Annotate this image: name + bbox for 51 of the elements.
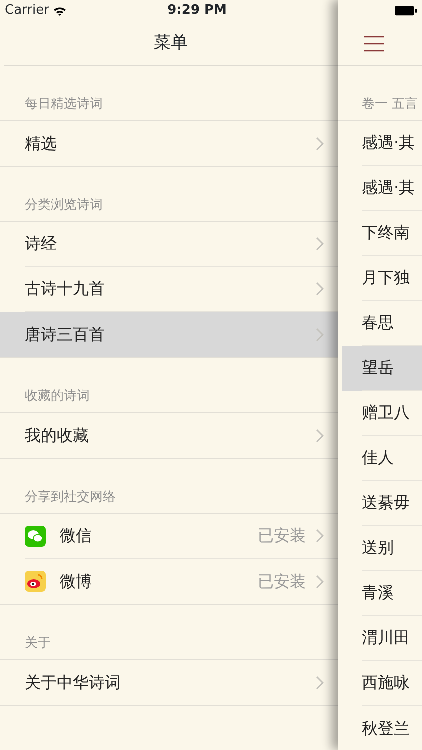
menu-item[interactable]: 关于中华诗词 [0,660,338,705]
poem-item[interactable]: 佳人 [338,436,422,481]
menu-item[interactable]: 微信 已安装 [0,514,338,559]
poem-item[interactable]: 西施咏 [338,661,422,706]
menu-item[interactable]: 精选 [0,121,338,166]
poem-item[interactable]: 送綦毋 [338,481,422,526]
poem-item[interactable]: 望岳 [342,346,422,391]
eye-logo-icon [25,571,46,592]
section-header: 关于 [24,635,52,653]
chevron-icon [316,282,324,296]
menu-item[interactable]: 微博 已安装 [0,559,338,604]
poem-item[interactable]: 感遇·其 [338,121,422,166]
menu-item-label: 诗经 [25,233,57,255]
status-label: 已安装 [258,525,306,547]
chevron-icon [316,328,324,342]
poem-item[interactable]: 赠卫八 [338,391,422,436]
poem-item[interactable]: 送别 [338,526,422,571]
chevron-icon [316,676,324,690]
section-header: 每日精选诗词 [24,96,104,114]
menu-title: 菜单 [154,32,188,55]
chevron-icon [316,428,324,442]
chat-bubbles-icon [25,526,46,546]
menu-icon[interactable] [364,36,384,52]
section-header: 卷一 五言 [361,96,420,114]
poem-item[interactable]: 感遇·其 [338,166,422,211]
poem-item[interactable]: 下终南 [338,211,422,256]
menu-item-label: 微博 [60,570,92,592]
chevron-icon [316,237,324,251]
poem-item[interactable]: 月下独 [338,256,422,301]
poem-item[interactable]: 青溪 [338,571,422,616]
poem-item[interactable]: 渭川田 [338,616,422,661]
chevron-icon [316,574,324,588]
menu-item-label: 精选 [25,132,57,154]
section-header: 分享到社交网络 [24,489,117,507]
section-header: 分类浏览诗词 [24,197,104,215]
menu-item-label: 关于中华诗词 [25,672,121,694]
wifi-icon [53,6,68,16]
status-label: 已安装 [258,570,306,592]
section-header: 收藏的诗词 [24,388,91,406]
poem-item[interactable]: 秋登兰 [338,706,422,750]
menu-item[interactable]: 唐诗三百首 [0,312,338,357]
carrier-label: Carrier [5,2,50,20]
chevron-icon [316,529,324,543]
menu-item-label: 唐诗三百首 [25,324,105,346]
menu-item-label: 古诗十九首 [25,278,105,300]
menu-item[interactable]: 我的收藏 [0,413,338,458]
time-label: 9:29 PM [168,2,227,20]
menu-item-label: 微信 [60,525,92,547]
chevron-icon [316,136,324,150]
menu-item-label: 我的收藏 [25,424,89,446]
battery-icon [395,6,417,16]
